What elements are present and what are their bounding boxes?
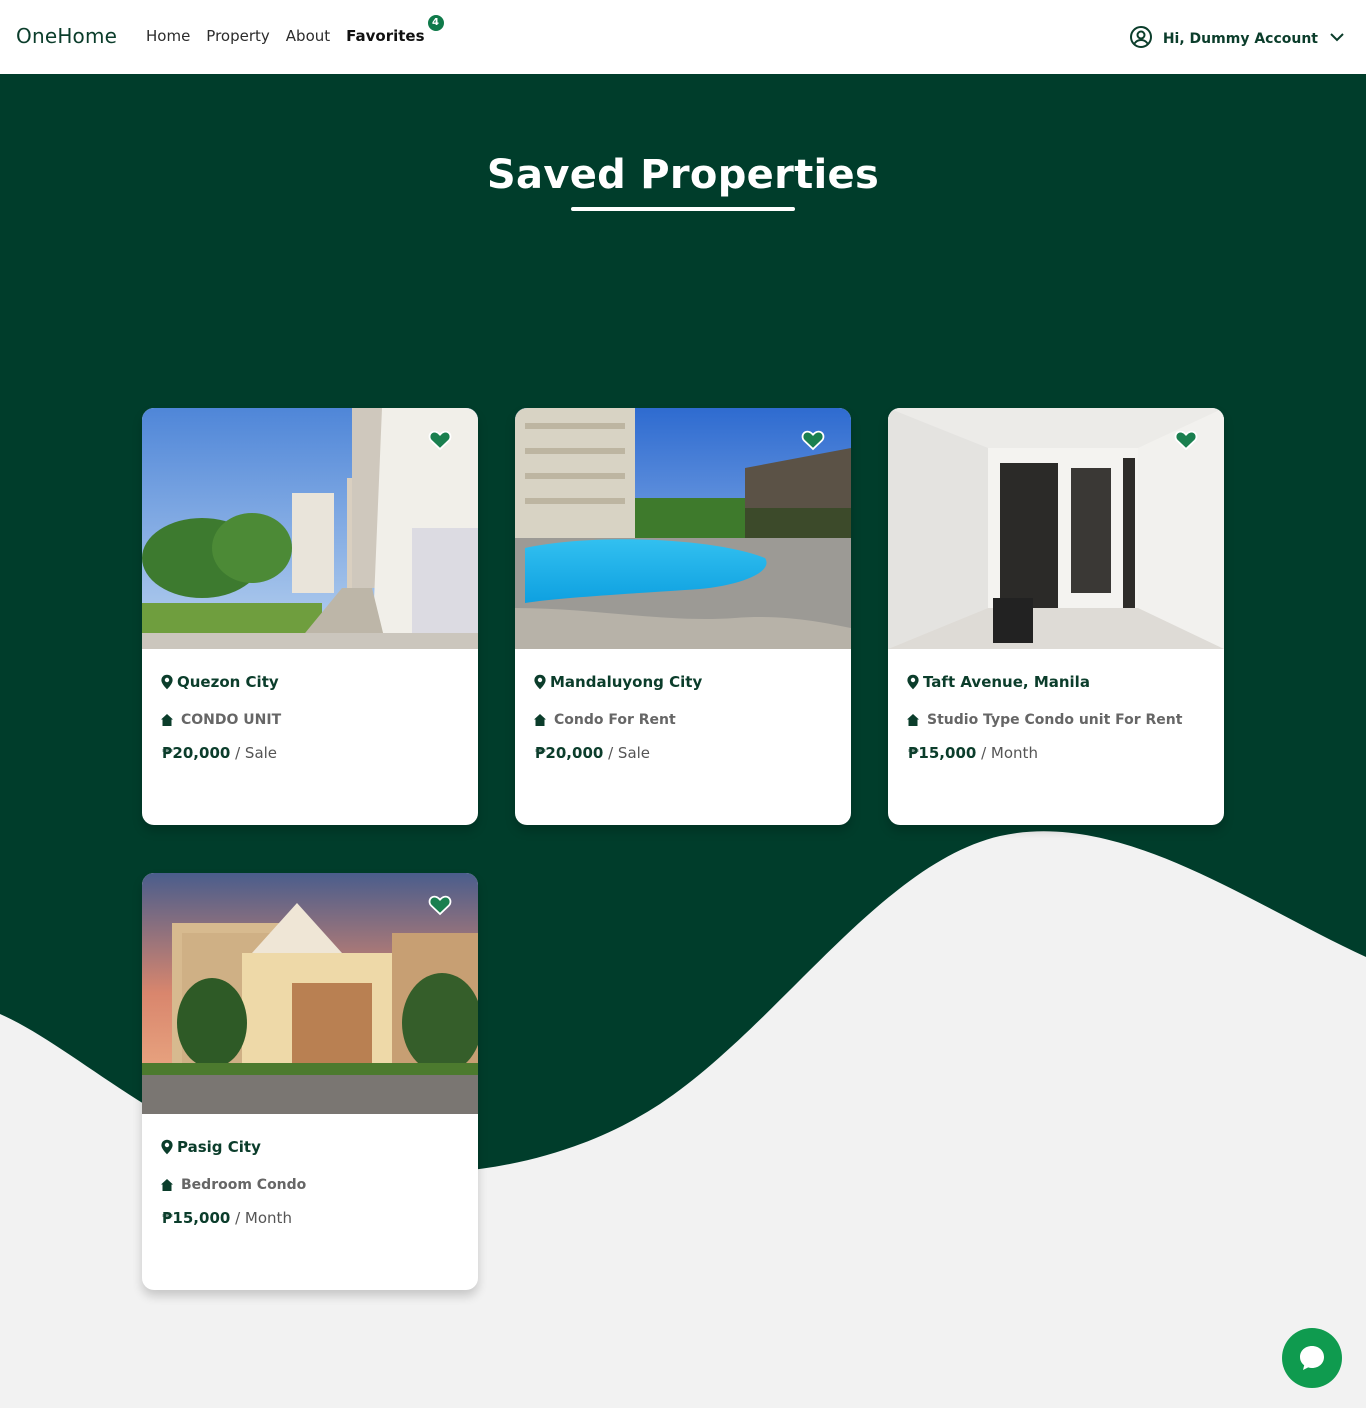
property-type: CONDO UNIT (160, 712, 281, 728)
heart-icon[interactable] (428, 894, 452, 916)
title-underline (571, 207, 795, 211)
nav-favorites-label: Favorites (346, 27, 425, 45)
top-navbar: OneHome Home Property About Favorites 4 … (0, 0, 1366, 74)
price-period: / Sale (608, 744, 651, 762)
home-icon (161, 1179, 173, 1191)
price-period: / Sale (235, 744, 278, 762)
property-price: ₱20,000 / Sale (162, 744, 277, 762)
property-card[interactable]: Taft Avenue, Manila Studio Type Condo un… (888, 408, 1224, 825)
type-text: CONDO UNIT (181, 712, 282, 728)
price-amount: ₱20,000 (162, 744, 231, 762)
page-title: Saved Properties (486, 152, 880, 198)
price-period: / Month (235, 1209, 292, 1227)
property-card[interactable]: Quezon City CONDO UNIT ₱20,000 / Sale (142, 408, 478, 825)
location-text: Mandaluyong City (550, 673, 703, 691)
brand-logo[interactable]: OneHome (16, 24, 117, 48)
nav-home-link[interactable]: Home (146, 27, 190, 45)
price-amount: ₱20,000 (535, 744, 604, 762)
type-text: Bedroom Condo (181, 1177, 307, 1193)
nav-about-link[interactable]: About (286, 27, 330, 45)
map-pin-icon (534, 674, 546, 690)
user-circle-icon (1129, 25, 1153, 53)
chat-bubble-icon (1300, 1346, 1324, 1370)
heart-icon[interactable] (1174, 429, 1198, 451)
nav-property-link[interactable]: Property (206, 27, 269, 45)
property-location: Quezon City (160, 673, 279, 691)
chat-button[interactable] (1282, 1328, 1342, 1388)
property-card[interactable]: Mandaluyong City Condo For Rent ₱20,000 … (515, 408, 851, 825)
map-pin-icon (161, 1139, 173, 1155)
price-amount: ₱15,000 (908, 744, 977, 762)
favorites-count-badge: 4 (425, 13, 446, 33)
property-location: Mandaluyong City (533, 673, 702, 691)
property-location: Taft Avenue, Manila (906, 673, 1090, 691)
property-price: ₱15,000 / Month (908, 744, 1038, 762)
heart-icon[interactable] (428, 429, 452, 451)
chevron-down-icon (1328, 28, 1346, 50)
account-menu[interactable]: Hi, Dummy Account (1129, 25, 1346, 53)
home-icon (161, 714, 173, 726)
property-type: Studio Type Condo unit For Rent (906, 712, 1182, 728)
account-greeting: Hi, Dummy Account (1162, 31, 1318, 47)
home-icon (907, 714, 919, 726)
nav-favorites-link[interactable]: Favorites 4 (346, 13, 446, 45)
price-amount: ₱15,000 (162, 1209, 231, 1227)
type-text: Condo For Rent (554, 712, 676, 728)
location-text: Taft Avenue, Manila (923, 673, 1090, 691)
property-location: Pasig City (160, 1138, 261, 1156)
property-card[interactable]: Pasig City Bedroom Condo ₱15,000 / Month (142, 873, 478, 1290)
property-price: ₱15,000 / Month (162, 1209, 292, 1227)
price-period: / Month (981, 744, 1038, 762)
home-icon (534, 714, 546, 726)
location-text: Quezon City (177, 673, 279, 691)
heart-icon[interactable] (801, 429, 825, 451)
property-price: ₱20,000 / Sale (535, 744, 650, 762)
map-pin-icon (907, 674, 919, 690)
property-type: Bedroom Condo (160, 1177, 306, 1193)
property-type: Condo For Rent (533, 712, 676, 728)
nav-links: Home Property About Favorites 4 (146, 13, 446, 45)
location-text: Pasig City (177, 1138, 261, 1156)
type-text: Studio Type Condo unit For Rent (927, 712, 1183, 728)
map-pin-icon (161, 674, 173, 690)
